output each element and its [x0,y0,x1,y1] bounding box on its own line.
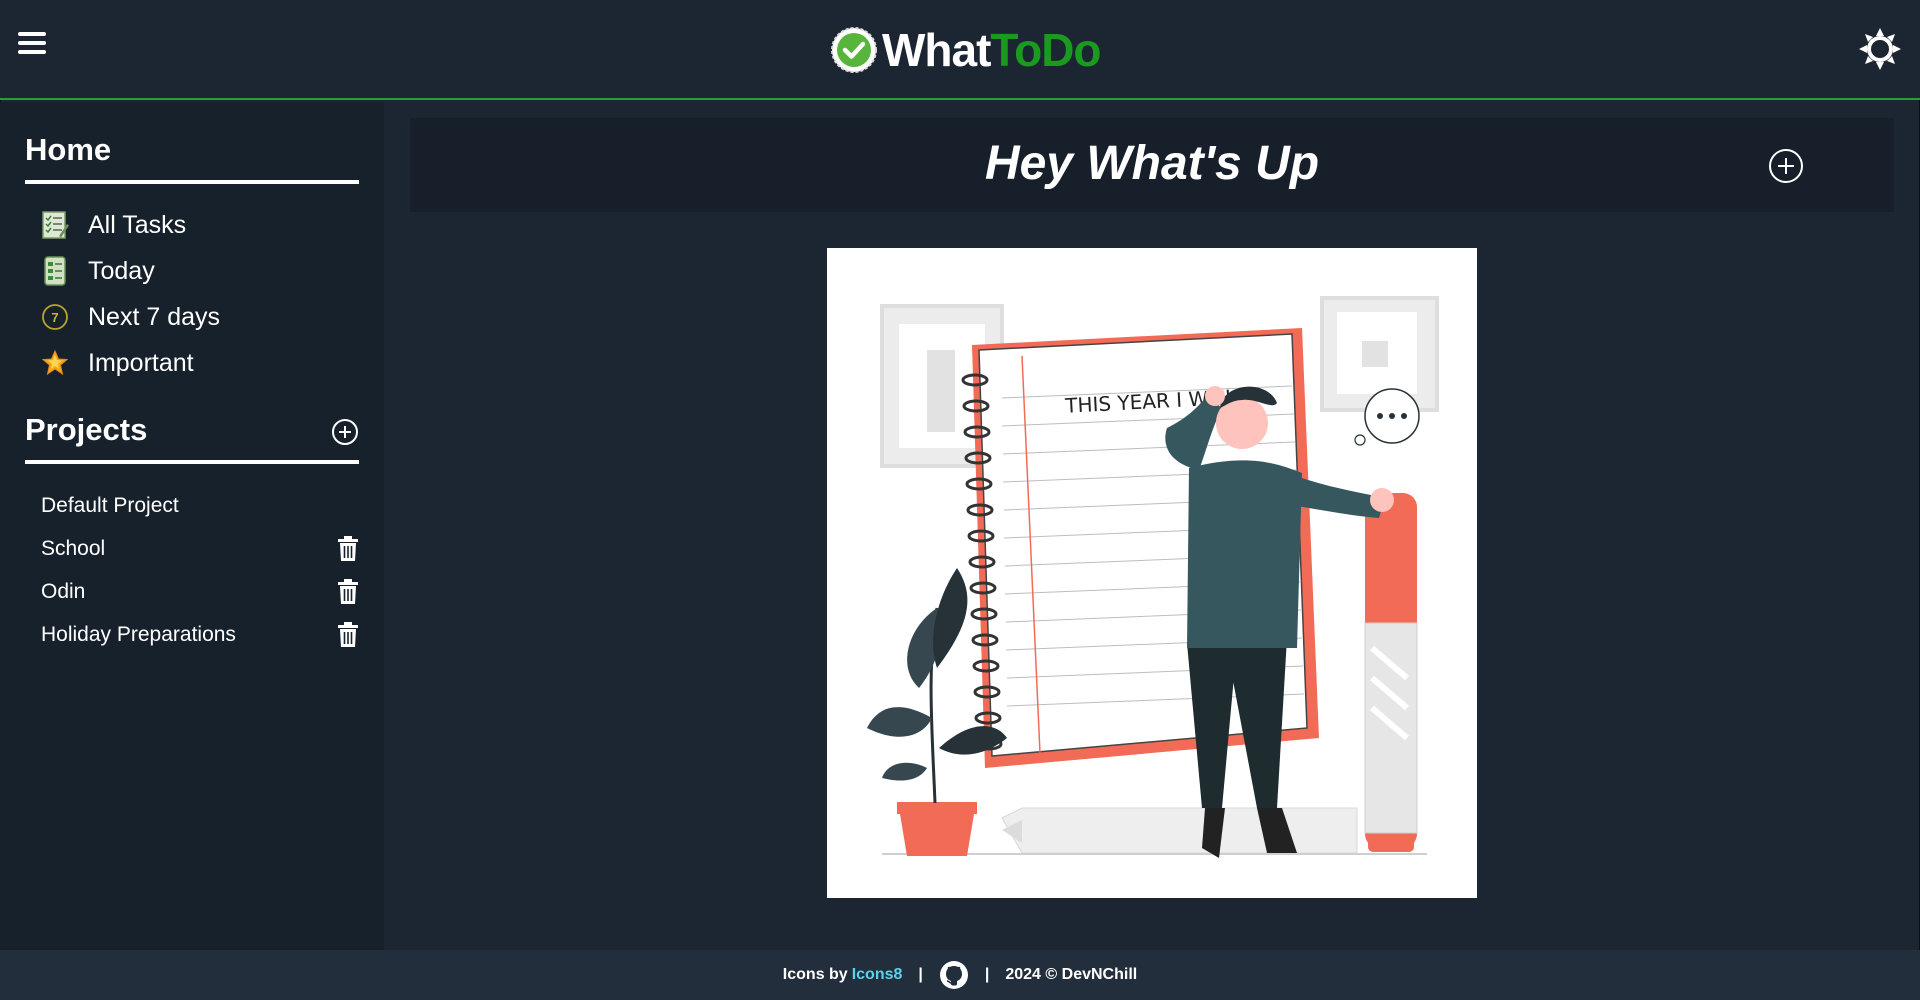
app-name: WhatToDo [882,23,1102,77]
trash-icon[interactable] [337,621,359,648]
footer: Icons by Icons8 | | 2024 © DevNChill [0,950,1920,1000]
copyright-text: 2024 © DevNChill [1005,966,1138,983]
nav-label: Next 7 days [88,302,221,331]
checkmark-logo-icon [831,27,877,73]
app-logo: WhatToDo [830,22,1102,78]
footer-separator: | [984,966,990,983]
nav-item-today[interactable]: Today [40,248,360,294]
app-name-todo: ToDo [990,24,1101,76]
home-nav-list: All Tasks Today 7 Next 7 days Important [40,202,360,386]
project-label: Default Project [41,493,179,517]
svg-text:7: 7 [51,310,58,325]
star-icon [40,348,70,378]
trash-icon[interactable] [337,578,359,605]
github-icon[interactable] [939,960,969,990]
hamburger-menu-icon[interactable] [18,32,46,56]
sun-icon[interactable] [1858,27,1902,71]
home-heading: Home [25,132,359,184]
project-item-odin[interactable]: Odin [41,570,361,613]
sidebar: Home All Tasks Today 7 Next 7 days Impor… [0,102,384,950]
add-task-button[interactable] [1768,148,1804,184]
task-list-icon [40,210,70,240]
main-header: Hey What's Up [410,118,1894,212]
nav-label: Today [88,256,155,285]
checklist-icon [40,256,70,286]
nav-item-all-tasks[interactable]: All Tasks [40,202,360,248]
nav-label: All Tasks [88,210,187,239]
top-header: WhatToDo [0,0,1920,100]
project-label: Holiday Preparations [41,622,236,646]
add-project-button[interactable] [331,418,359,446]
project-label: Odin [41,579,86,603]
projects-heading: Projects [25,412,359,464]
nav-item-next-7-days[interactable]: 7 Next 7 days [40,294,360,340]
page-title: Hey What's Up [984,137,1320,190]
footer-separator: | [918,966,923,983]
projects-heading-label: Projects [25,412,148,447]
trash-icon[interactable] [337,535,359,562]
app-name-what: What [882,24,991,76]
project-label: School [41,536,106,560]
project-item-default-project[interactable]: Default Project [41,484,361,527]
empty-state-illustration: THIS YEAR I WILL [827,248,1477,898]
project-item-school[interactable]: School [41,527,361,570]
nav-item-important[interactable]: Important [40,340,360,386]
icons8-link[interactable]: Icons8 [852,966,903,984]
icons-credit-text: Icons by [782,966,848,983]
project-list: Default Project School Odin Holiday Prep… [41,484,361,656]
seven-calendar-icon: 7 [40,302,70,332]
nav-label: Important [88,348,194,377]
project-item-holiday-preparations[interactable]: Holiday Preparations [41,613,361,656]
